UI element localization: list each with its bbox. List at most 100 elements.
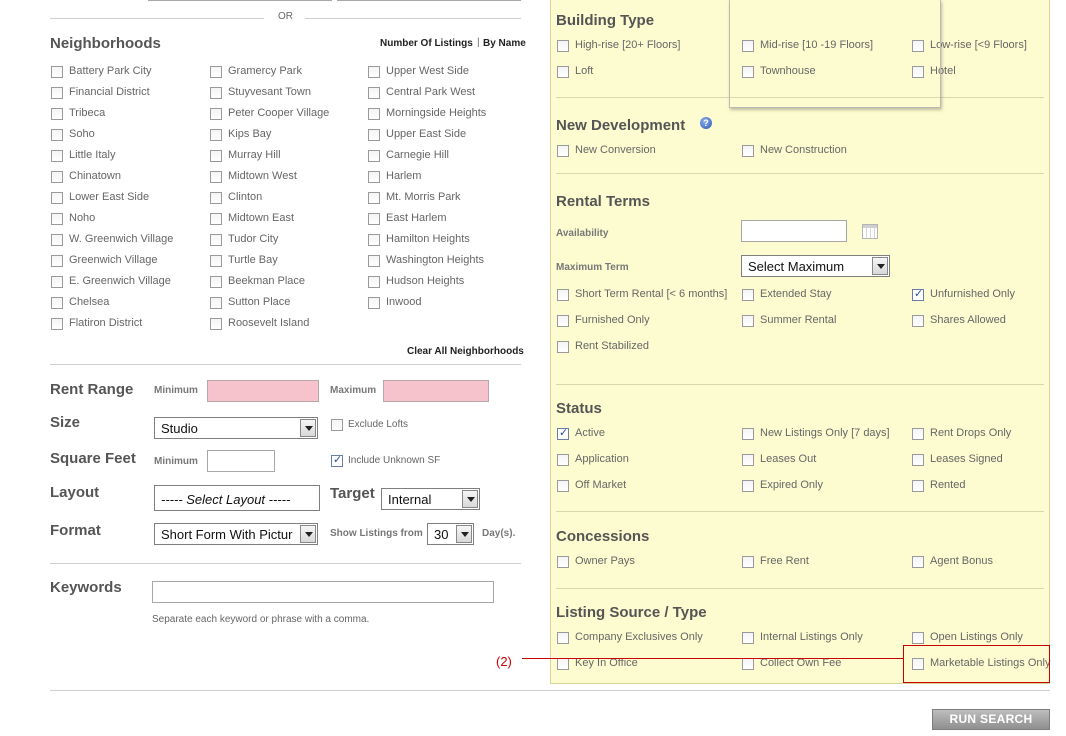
- maximum-term-select[interactable]: Select Maximum: [741, 255, 890, 277]
- agent-bonus-checkbox[interactable]: [912, 556, 924, 568]
- neighborhood-tribeca-checkbox[interactable]: [51, 108, 63, 120]
- company-exclusives-only-checkbox[interactable]: [557, 632, 569, 644]
- neighborhood-beekman-place-checkbox[interactable]: [210, 276, 222, 288]
- neighborhood-east-harlem-label: East Harlem: [386, 212, 447, 224]
- rented-checkbox[interactable]: [912, 480, 924, 492]
- building-type-title: Building Type: [556, 12, 655, 29]
- neighborhood-tudor-city-checkbox[interactable]: [210, 234, 222, 246]
- run-search-button[interactable]: RUN SEARCH: [932, 709, 1050, 730]
- availability-input[interactable]: [741, 220, 847, 242]
- neighborhood-kips-bay-checkbox[interactable]: [210, 129, 222, 141]
- neighborhood-stuyvesant-town-checkbox[interactable]: [210, 87, 222, 99]
- rent-minimum-input[interactable]: [207, 380, 319, 402]
- new-conversion-checkbox[interactable]: [557, 145, 569, 157]
- neighborhood-lower-east-side-checkbox[interactable]: [51, 192, 63, 204]
- neighborhood-chinatown-checkbox[interactable]: [51, 171, 63, 183]
- neighborhood-hamilton-heights-checkbox[interactable]: [368, 234, 380, 246]
- high-rise-20-floors-label: High-rise [20+ Floors]: [575, 39, 681, 51]
- neighborhood-sutton-place-label: Sutton Place: [228, 296, 291, 308]
- sort-by-name-link[interactable]: By Name: [483, 38, 526, 49]
- neighborhood-midtown-east-checkbox[interactable]: [210, 213, 222, 225]
- target-select[interactable]: Internal: [381, 488, 480, 510]
- neighborhood-east-harlem-checkbox[interactable]: [368, 213, 380, 225]
- sf-minimum-input[interactable]: [207, 450, 275, 472]
- chevron-down-icon: [462, 490, 478, 508]
- new-listings-only-7-days-checkbox[interactable]: [742, 428, 754, 440]
- neighborhood-peter-cooper-village-label: Peter Cooper Village: [228, 107, 330, 119]
- internal-listings-only-checkbox[interactable]: [742, 632, 754, 644]
- active-checkbox[interactable]: [557, 426, 569, 440]
- shares-allowed-checkbox[interactable]: [912, 315, 924, 327]
- free-rent-checkbox[interactable]: [742, 556, 754, 568]
- collect-own-fee-checkbox[interactable]: [742, 658, 754, 670]
- neighborhood-financial-district-checkbox[interactable]: [51, 87, 63, 99]
- neighborhood-clinton-checkbox[interactable]: [210, 192, 222, 204]
- new-development-title: New Development: [556, 117, 686, 134]
- key-in-office-checkbox[interactable]: [557, 658, 569, 670]
- neighborhood-e-greenwich-village-checkbox[interactable]: [51, 276, 63, 288]
- summer-rental-checkbox[interactable]: [742, 315, 754, 327]
- neighborhood-greenwich-village-checkbox[interactable]: [51, 255, 63, 267]
- days-select[interactable]: 30: [427, 523, 474, 545]
- neighborhood-turtle-bay-checkbox[interactable]: [210, 255, 222, 267]
- application-checkbox[interactable]: [557, 454, 569, 466]
- calendar-icon[interactable]: [862, 224, 878, 239]
- neighborhood-w-greenwich-village-checkbox[interactable]: [51, 234, 63, 246]
- neighborhood-hudson-heights-checkbox[interactable]: [368, 276, 380, 288]
- extended-stay-checkbox[interactable]: [742, 289, 754, 301]
- new-construction-checkbox[interactable]: [742, 145, 754, 157]
- leases-signed-label: Leases Signed: [930, 453, 1003, 465]
- loft-checkbox[interactable]: [557, 66, 569, 78]
- top-input-left[interactable]: [148, 0, 332, 1]
- unfurnished-only-checkbox[interactable]: [912, 287, 924, 301]
- neighborhood-sutton-place-checkbox[interactable]: [210, 297, 222, 309]
- leases-out-checkbox[interactable]: [742, 454, 754, 466]
- neighborhood-upper-west-side-checkbox[interactable]: [368, 66, 380, 78]
- rent-stabilized-checkbox[interactable]: [557, 341, 569, 353]
- neighborhood-chelsea-checkbox[interactable]: [51, 297, 63, 309]
- neighborhood-gramercy-park-checkbox[interactable]: [210, 66, 222, 78]
- neighborhood-flatiron-district-checkbox[interactable]: [51, 318, 63, 330]
- keywords-label: Keywords: [50, 579, 122, 596]
- neighborhood-central-park-west-checkbox[interactable]: [368, 87, 380, 99]
- neighborhood-harlem-checkbox[interactable]: [368, 171, 380, 183]
- neighborhood-roosevelt-island-checkbox[interactable]: [210, 318, 222, 330]
- neighborhood-noho-checkbox[interactable]: [51, 213, 63, 225]
- sort-by-listings-link[interactable]: Number Of Listings: [380, 38, 473, 49]
- neighborhood-morningside-heights-checkbox[interactable]: [368, 108, 380, 120]
- short-term-rental-6-months-checkbox[interactable]: [557, 289, 569, 301]
- neighborhood-carnegie-hill-label: Carnegie Hill: [386, 149, 449, 161]
- neighborhood-midtown-west-checkbox[interactable]: [210, 171, 222, 183]
- neighborhood-inwood-checkbox[interactable]: [368, 297, 380, 309]
- or-divider-right: [305, 18, 521, 19]
- neighborhood-washington-heights-checkbox[interactable]: [368, 255, 380, 267]
- owner-pays-checkbox[interactable]: [557, 556, 569, 568]
- free-rent-label: Free Rent: [760, 555, 809, 567]
- neighborhood-upper-east-side-checkbox[interactable]: [368, 129, 380, 141]
- keywords-input[interactable]: [152, 581, 494, 603]
- format-select[interactable]: Short Form With Pictur: [154, 523, 318, 545]
- size-select[interactable]: Studio: [154, 417, 318, 439]
- top-input-right[interactable]: [337, 0, 521, 1]
- include-unknown-sf-checkbox[interactable]: [331, 453, 343, 467]
- neighborhood-little-italy-checkbox[interactable]: [51, 150, 63, 162]
- neighborhood-mt-morris-park-checkbox[interactable]: [368, 192, 380, 204]
- high-rise-20-floors-checkbox[interactable]: [557, 40, 569, 52]
- help-icon[interactable]: ?: [700, 117, 712, 129]
- clear-all-neighborhoods-link[interactable]: Clear All Neighborhoods: [407, 346, 524, 357]
- neighborhood-carnegie-hill-checkbox[interactable]: [368, 150, 380, 162]
- open-listings-only-checkbox[interactable]: [912, 632, 924, 644]
- expired-only-checkbox[interactable]: [742, 480, 754, 492]
- neighborhood-murray-hill-checkbox[interactable]: [210, 150, 222, 162]
- neighborhood-soho-checkbox[interactable]: [51, 129, 63, 141]
- leases-signed-checkbox[interactable]: [912, 454, 924, 466]
- neighborhood-peter-cooper-village-checkbox[interactable]: [210, 108, 222, 120]
- exclude-lofts-checkbox[interactable]: [331, 419, 343, 431]
- furnished-only-checkbox[interactable]: [557, 315, 569, 327]
- neighborhood-battery-park-city-checkbox[interactable]: [51, 66, 63, 78]
- rent-drops-only-checkbox[interactable]: [912, 428, 924, 440]
- rent-maximum-input[interactable]: [383, 380, 489, 402]
- layout-select[interactable]: ----- Select Layout -----: [154, 485, 320, 511]
- off-market-checkbox[interactable]: [557, 480, 569, 492]
- neighborhood-upper-west-side-label: Upper West Side: [386, 65, 469, 77]
